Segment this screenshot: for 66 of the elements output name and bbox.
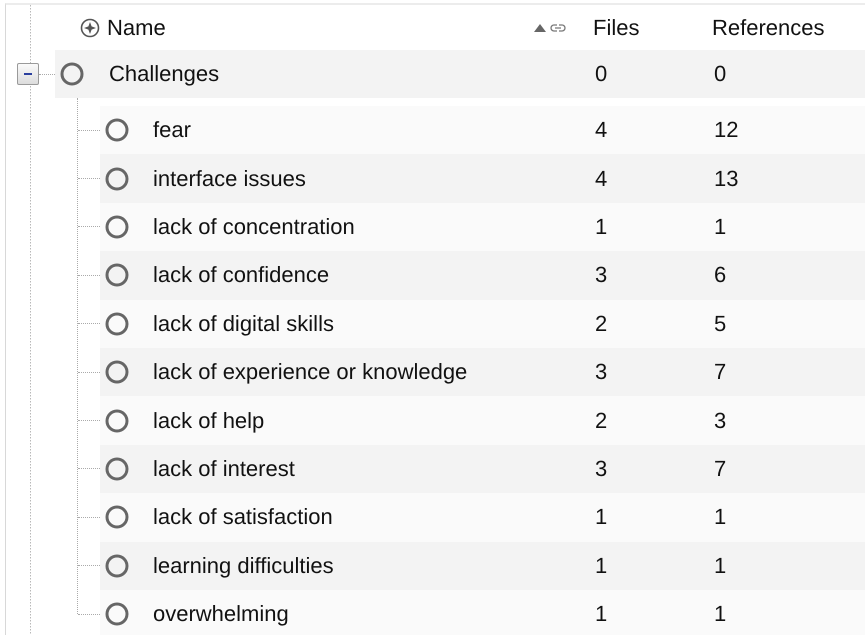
tree-row[interactable]: lack of interest 3 7 (100, 444, 865, 494)
circle-icon (105, 456, 129, 481)
node-name: fear (152, 117, 192, 144)
tree-row[interactable]: lack of confidence 3 6 (100, 251, 865, 300)
circle-icon (105, 554, 129, 578)
node-name: lack of help (152, 408, 266, 434)
references-count: 13 (714, 166, 740, 192)
references-count: 12 (714, 117, 740, 144)
link-icon (550, 22, 566, 32)
add-circle-icon[interactable] (80, 18, 100, 38)
tree-row[interactable]: fear 4 12 (100, 106, 865, 154)
circle-icon (60, 62, 84, 86)
references-count: 1 (714, 214, 728, 240)
files-count: 2 (594, 408, 608, 434)
circle-icon (105, 166, 129, 191)
circle-icon (105, 602, 129, 626)
circle-icon (105, 214, 129, 239)
files-count: 0 (594, 61, 608, 87)
tree-row[interactable]: lack of experience or knowledge 3 7 (100, 348, 865, 396)
tree-row[interactable]: Challenges 0 0 (55, 50, 865, 98)
files-count: 4 (594, 166, 608, 192)
references-count: 6 (714, 262, 728, 288)
node-name: overwhelming (152, 601, 290, 628)
node-name: lack of satisfaction (152, 504, 334, 530)
column-header[interactable]: Files (593, 14, 640, 40)
node-name: interface issues (152, 166, 307, 192)
files-count: 4 (594, 117, 608, 144)
tree-row[interactable]: interface issues 4 13 (100, 154, 865, 203)
node-name: Challenges (108, 61, 220, 87)
column-header[interactable]: References (712, 14, 825, 40)
files-count: 3 (594, 359, 608, 386)
circle-icon (105, 118, 129, 142)
node-name: lack of digital skills (152, 310, 335, 337)
files-count: 3 (594, 456, 608, 482)
circle-icon (105, 408, 129, 433)
references-count: 1 (714, 552, 728, 579)
tree-row[interactable]: learning difficulties 1 1 (100, 542, 865, 590)
references-count: 5 (714, 310, 728, 337)
circle-icon (105, 360, 129, 384)
references-count: 0 (714, 61, 728, 87)
tree-row[interactable]: lack of digital skills 2 5 (100, 300, 865, 348)
files-count: 1 (594, 504, 608, 530)
circle-icon (105, 263, 129, 288)
column-header[interactable]: Name (107, 14, 166, 40)
node-name: lack of experience or knowledge (152, 359, 468, 386)
node-name: lack of interest (152, 456, 296, 482)
references-count: 1 (714, 601, 728, 628)
files-count: 1 (594, 601, 608, 628)
tree-row[interactable]: overwhelming 1 1 (100, 590, 865, 635)
references-count: 7 (714, 359, 728, 386)
node-name: learning difficulties (152, 552, 335, 579)
node-name: lack of concentration (152, 214, 356, 240)
circle-icon (105, 505, 129, 530)
files-count: 1 (594, 552, 608, 579)
files-count: 2 (594, 310, 608, 337)
tree-row[interactable]: lack of concentration 1 1 (100, 202, 865, 252)
files-count: 1 (594, 214, 608, 240)
collapse-toggle[interactable] (17, 63, 39, 85)
tree-row[interactable]: lack of help 2 3 (100, 396, 865, 445)
circle-icon (105, 312, 129, 336)
tree-row[interactable]: lack of satisfaction 1 1 (100, 493, 865, 542)
node-name: lack of confidence (152, 262, 330, 288)
files-count: 3 (594, 262, 608, 288)
references-count: 7 (714, 456, 728, 482)
references-count: 1 (714, 504, 728, 530)
references-count: 3 (714, 408, 728, 434)
